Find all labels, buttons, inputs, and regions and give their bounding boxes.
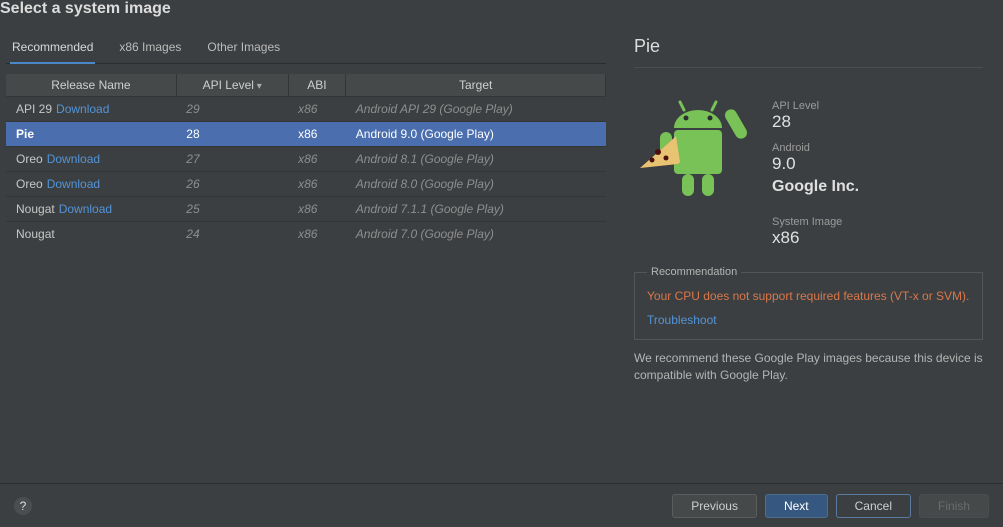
col-api-level[interactable]: API Level — [176, 74, 288, 97]
tab-bar: Recommended x86 Images Other Images — [6, 28, 606, 64]
cell-target: Android 8.1 (Google Play) — [346, 147, 606, 172]
table-row[interactable]: API 29 Download 29x86Android API 29 (Googl… — [6, 97, 606, 122]
next-button[interactable]: Next — [765, 494, 828, 518]
cell-abi: x86 — [288, 147, 346, 172]
cancel-button[interactable]: Cancel — [836, 494, 911, 518]
finish-button: Finish — [919, 494, 989, 518]
release-name: Oreo — [16, 177, 43, 191]
company-value: Google Inc. — [772, 178, 859, 196]
detail-title: Pie — [634, 28, 983, 68]
sysimg-value: x86 — [772, 228, 859, 248]
table-row[interactable]: Nougat Download 25x86Android 7.1.1 (Google… — [6, 197, 606, 222]
release-name: Oreo — [16, 152, 43, 166]
table-row[interactable]: Nougat 24x86Android 7.0 (Google Play) — [6, 222, 606, 247]
cell-target: Android 8.0 (Google Play) — [346, 172, 606, 197]
cell-abi: x86 — [288, 197, 346, 222]
help-button[interactable]: ? — [14, 497, 32, 515]
previous-button[interactable]: Previous — [672, 494, 757, 518]
android-label: Android — [772, 142, 859, 154]
system-image-table: Release NameAPI LevelABITarget API 29 Dow… — [6, 74, 606, 246]
cell-api: 25 — [176, 197, 288, 222]
release-name: API 29 — [16, 102, 52, 116]
download-link[interactable]: Download — [47, 177, 100, 191]
cell-abi: x86 — [288, 122, 346, 147]
download-link[interactable]: Download — [47, 152, 100, 166]
recommendation-legend: Recommendation — [647, 266, 741, 278]
recommendation-note: We recommend these Google Play images be… — [634, 350, 983, 384]
download-link[interactable]: Download — [59, 202, 112, 216]
cpu-warning: Your CPU does not support required featu… — [647, 288, 970, 305]
troubleshoot-link[interactable]: Troubleshoot — [647, 313, 717, 327]
cell-api: 28 — [176, 122, 288, 147]
cell-api: 26 — [176, 172, 288, 197]
api-level-label: API Level — [772, 100, 859, 112]
table-row[interactable]: Pie 28x86Android 9.0 (Google Play) — [6, 122, 606, 147]
col-abi[interactable]: ABI — [288, 74, 346, 97]
page-title: Select a system image — [0, 0, 1003, 28]
release-name: Nougat — [16, 227, 55, 241]
cell-target: Android API 29 (Google Play) — [346, 97, 606, 122]
tab-other-images[interactable]: Other Images — [205, 34, 282, 64]
cell-api: 24 — [176, 222, 288, 247]
release-name: Nougat — [16, 202, 55, 216]
android-logo — [634, 90, 754, 210]
table-row[interactable]: Oreo Download 27x86Android 8.1 (Google Pla… — [6, 147, 606, 172]
table-row[interactable]: Oreo Download 26x86Android 8.0 (Google Pla… — [6, 172, 606, 197]
cell-target: Android 7.0 (Google Play) — [346, 222, 606, 247]
cell-target: Android 9.0 (Google Play) — [346, 122, 606, 147]
cell-api: 29 — [176, 97, 288, 122]
sysimg-label: System Image — [772, 216, 859, 228]
tab-recommended[interactable]: Recommended — [10, 34, 95, 64]
android-value: 9.0 — [772, 154, 859, 174]
cell-api: 27 — [176, 147, 288, 172]
col-release-name[interactable]: Release Name — [6, 74, 176, 97]
tab-x86-images[interactable]: x86 Images — [117, 34, 183, 64]
cell-target: Android 7.1.1 (Google Play) — [346, 197, 606, 222]
cell-abi: x86 — [288, 172, 346, 197]
release-name: Pie — [16, 127, 34, 141]
col-target[interactable]: Target — [346, 74, 606, 97]
recommendation-box: Recommendation Your CPU does not support… — [634, 266, 983, 340]
cell-abi: x86 — [288, 97, 346, 122]
api-level-value: 28 — [772, 112, 859, 132]
download-link[interactable]: Download — [56, 102, 109, 116]
cell-abi: x86 — [288, 222, 346, 247]
